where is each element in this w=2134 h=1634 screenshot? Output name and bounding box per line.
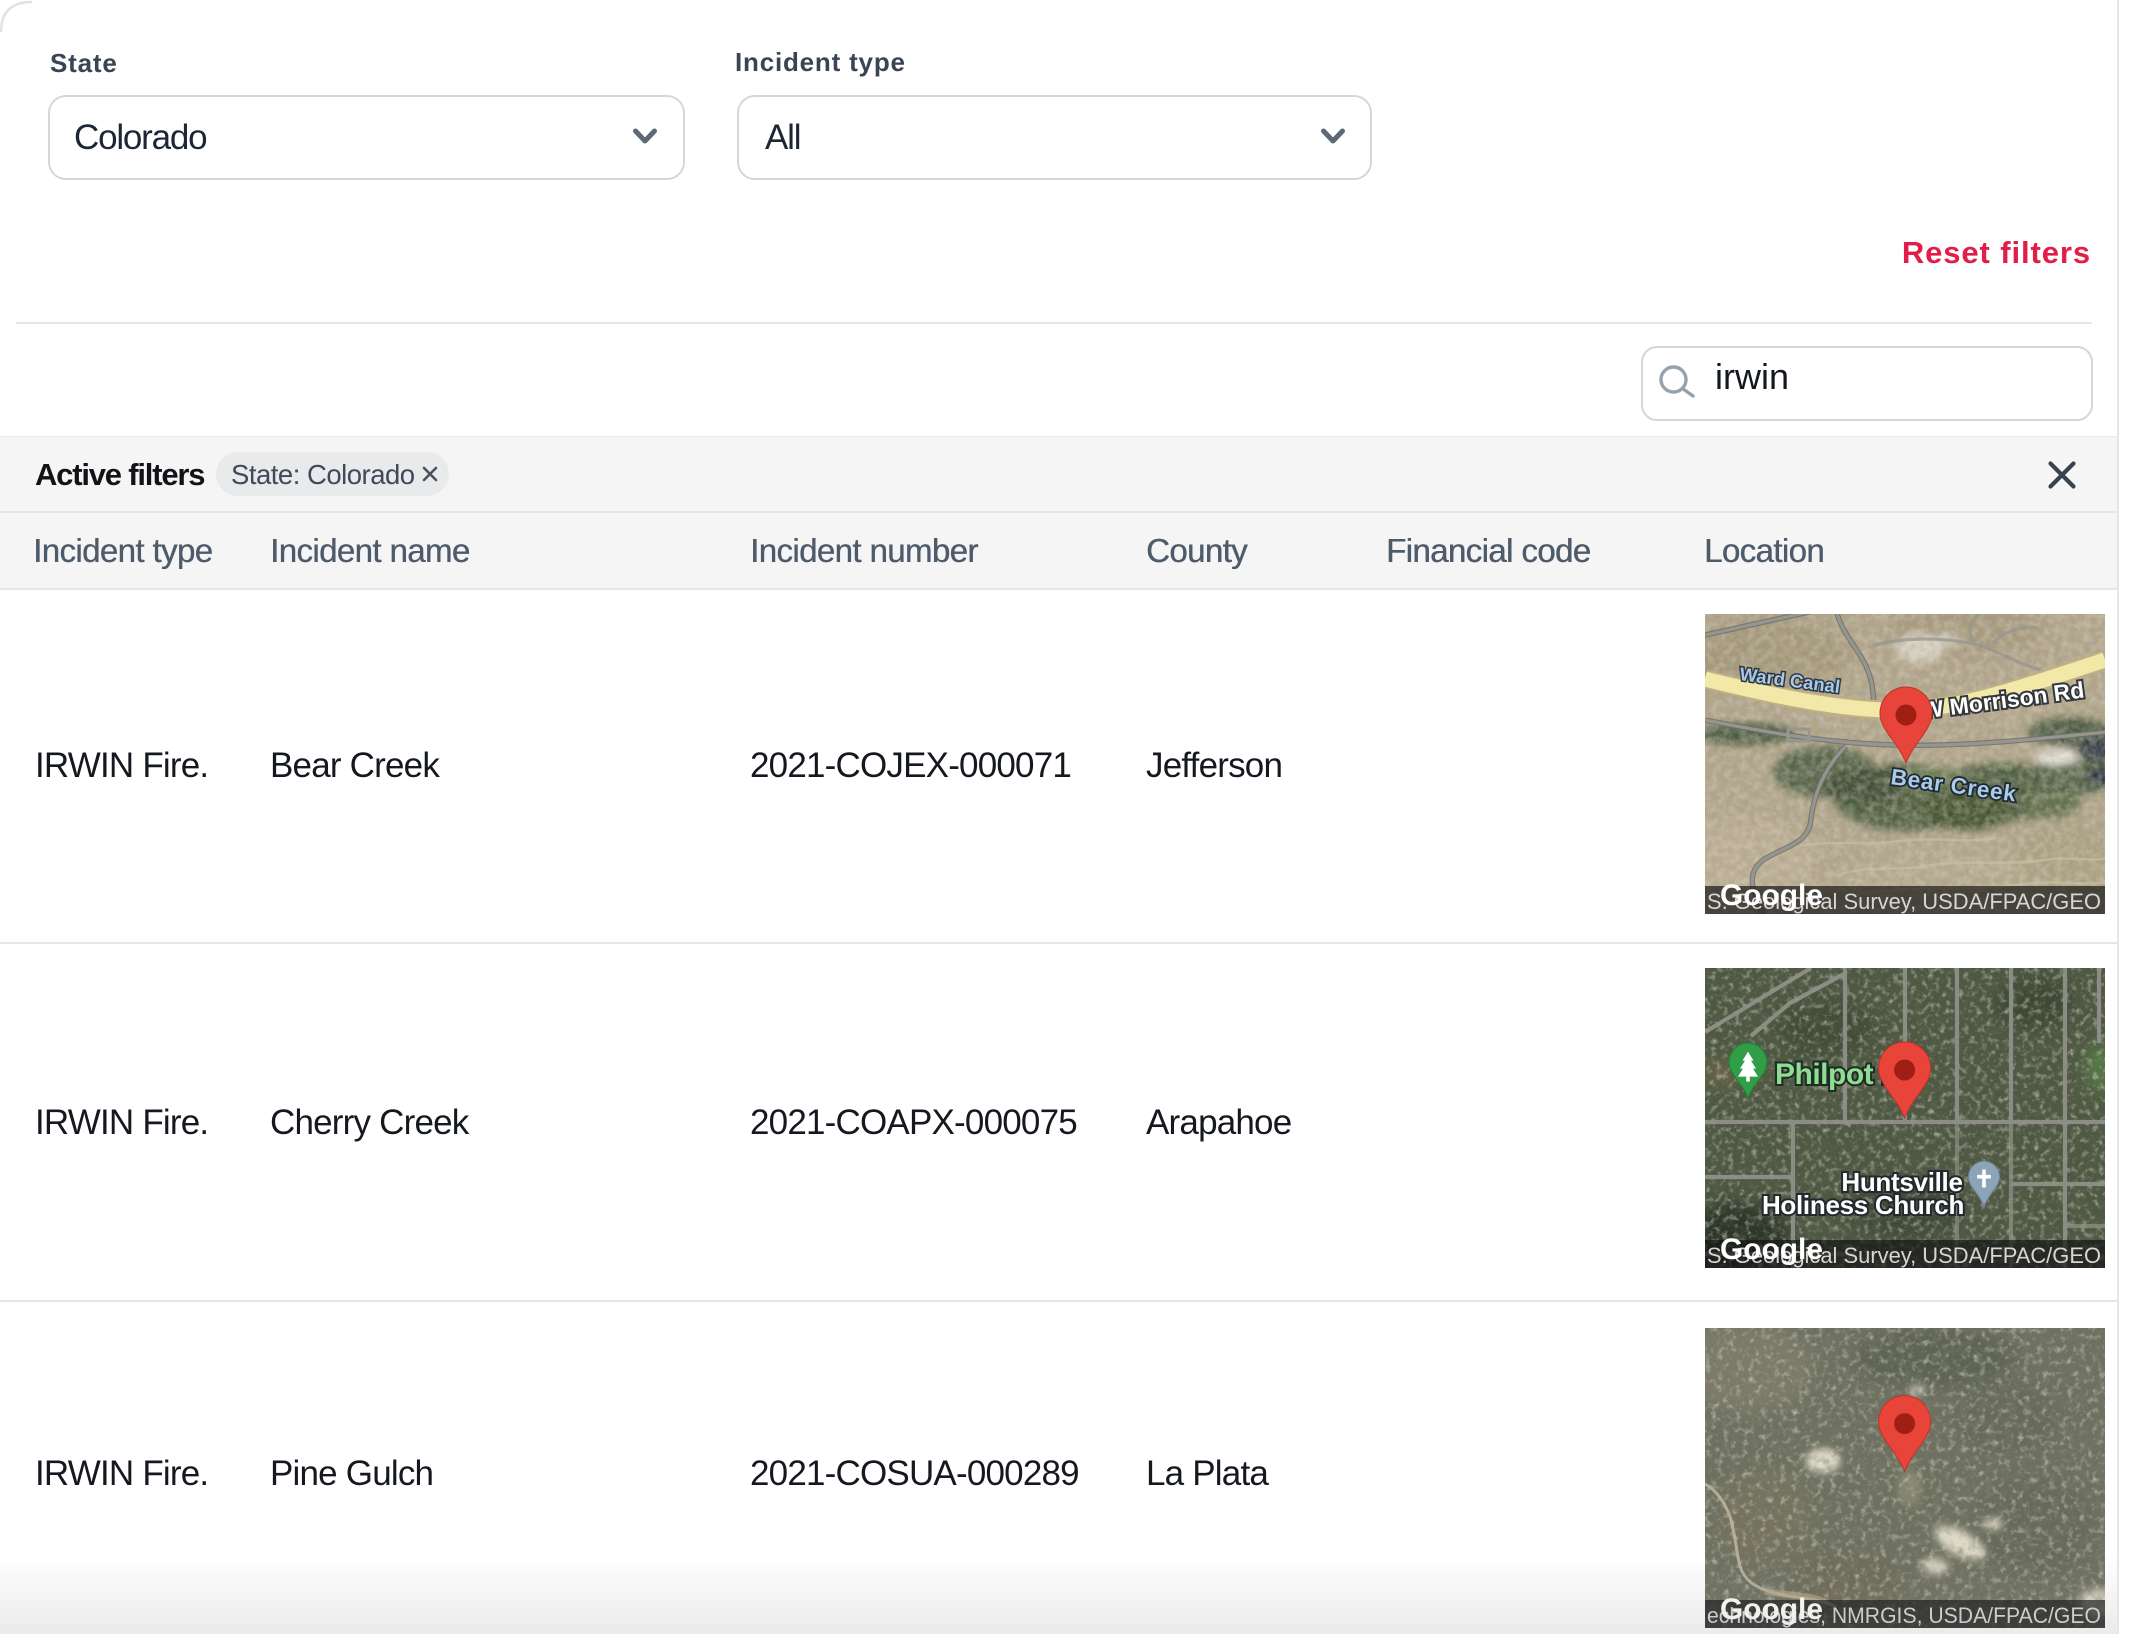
svg-text:Holiness Church: Holiness Church xyxy=(1762,1190,1964,1220)
svg-text:Google: Google xyxy=(1720,1233,1823,1266)
svg-text:Google: Google xyxy=(1720,879,1823,912)
